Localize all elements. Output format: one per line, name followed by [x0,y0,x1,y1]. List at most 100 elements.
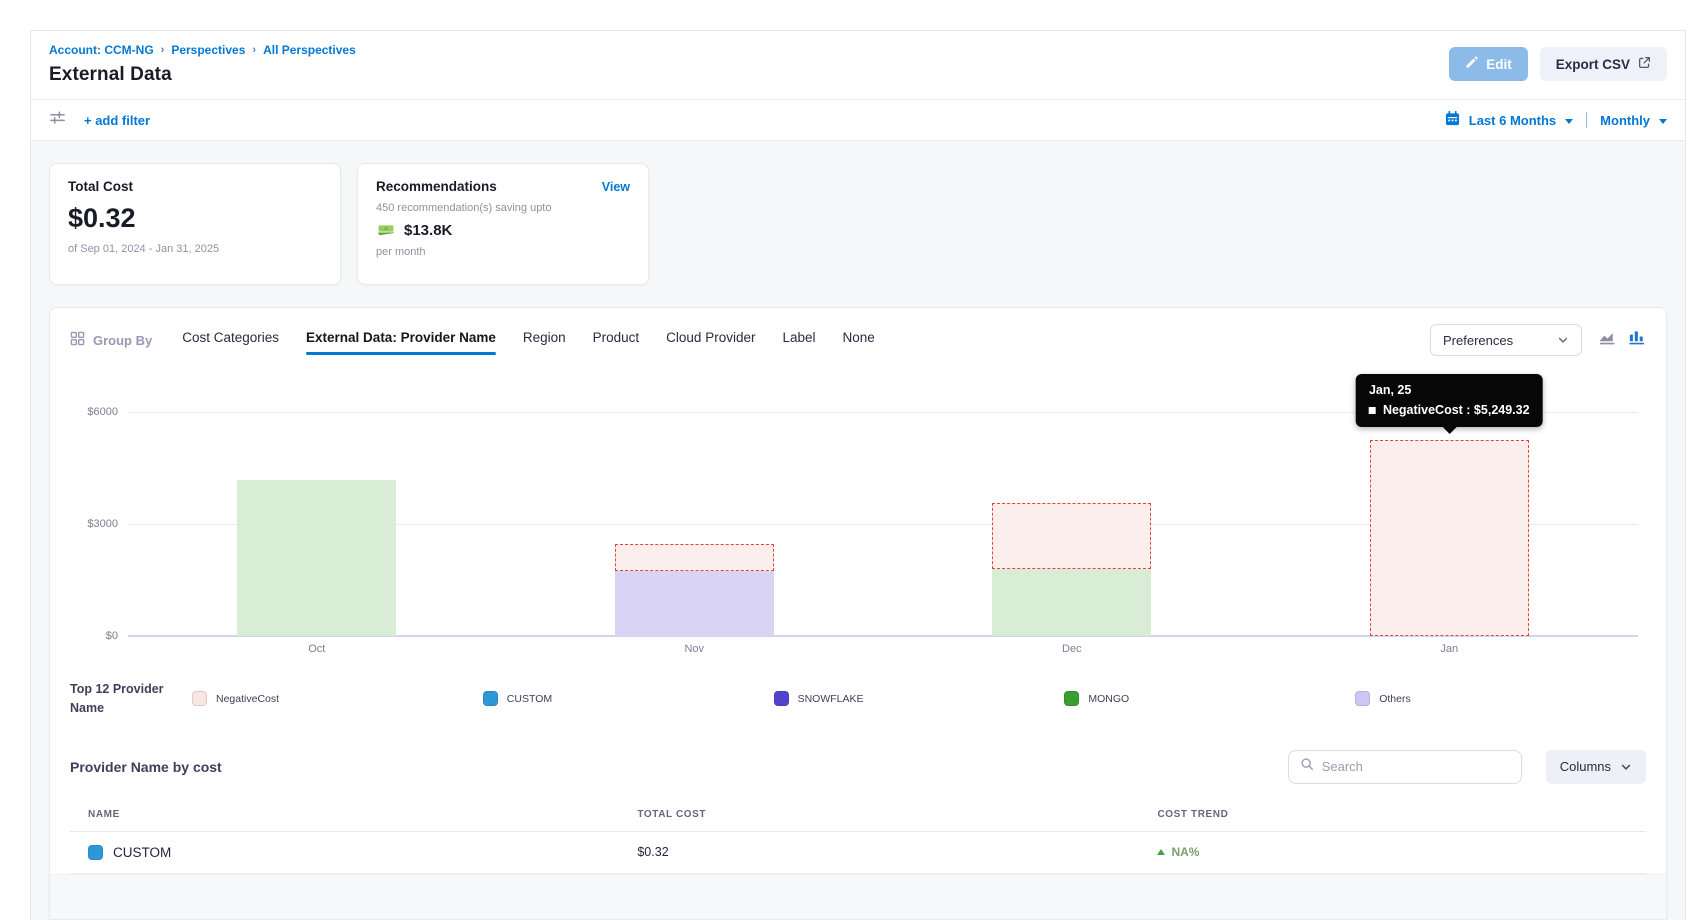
recommendations-subtitle: 450 recommendation(s) saving upto [376,202,630,214]
provider-cost-table: NAME TOTAL COST COST TREND CUSTOM$0.32NA… [70,800,1646,920]
legend-item-snowflake[interactable]: SNOWFLAKE [774,691,1065,706]
y-axis-label: $6000 [70,406,118,418]
calendar-icon [1445,111,1460,129]
tab-product[interactable]: Product [593,330,640,350]
area-chart-icon[interactable] [1598,329,1617,351]
column-header-total-cost[interactable]: TOTAL COST [637,809,1157,820]
recommendations-title: Recommendations [376,179,497,194]
granularity-dropdown[interactable]: Monthly [1600,113,1650,128]
group-by-label: Group By [93,333,152,348]
x-axis-label-oct: Oct [128,643,506,655]
trend-value: NA% [1171,845,1199,859]
bar-chart-icon[interactable] [1627,329,1646,351]
tab-none[interactable]: None [843,330,875,350]
chart-slot-jan: Jan [1261,412,1639,636]
perspective-panel: Group By Cost Categories External Data: P… [49,307,1667,920]
chevron-down-icon[interactable] [1565,119,1573,124]
bar-segment-mongo-oct[interactable] [237,480,396,636]
total-cost-card: Total Cost $0.32 of Sep 01, 2024 - Jan 3… [49,163,341,285]
search-input[interactable] [1322,759,1510,774]
tab-external-data-provider-name[interactable]: External Data: Provider Name [306,330,496,350]
legend-swatch-others [1355,691,1370,706]
table-toolbar: Provider Name by cost Columns [70,750,1646,784]
tab-region[interactable]: Region [523,330,566,350]
bar-segment-mongo-dec[interactable] [992,569,1151,636]
table-header-row: NAME TOTAL COST COST TREND [70,800,1646,832]
group-by-tabs: Cost Categories External Data: Provider N… [182,330,875,350]
column-header-name[interactable]: NAME [70,809,637,820]
bar-segment-negativecost-jan[interactable] [1370,440,1529,636]
row-name-cell: CUSTOM [70,845,637,860]
chart-slot-oct: Oct [128,412,506,636]
total-cost-title: Total Cost [68,179,322,194]
add-filter-button[interactable]: + add filter [84,113,150,128]
search-icon [1300,757,1314,776]
chart-slots: OctNovDecJan [128,412,1638,636]
x-axis-label-nov: Nov [506,643,884,655]
legend-item-custom[interactable]: CUSTOM [483,691,774,706]
header-actions: Edit Export CSV [1449,43,1667,99]
bar-nov [615,544,774,636]
bar-segment-others-nov[interactable] [615,571,774,636]
view-recommendations-link[interactable]: View [602,180,630,194]
legend-label: NegativeCost [216,693,279,705]
legend-item-mongo[interactable]: MONGO [1064,691,1355,706]
export-csv-label: Export CSV [1556,57,1630,72]
summary-cards: Total Cost $0.32 of Sep 01, 2024 - Jan 3… [49,163,1667,285]
header-left: Account: CCM-NG›Perspectives›All Perspec… [49,43,356,99]
recommendations-per: per month [376,246,630,258]
legend-item-others[interactable]: Others [1355,691,1646,706]
filter-sliders-icon[interactable] [49,110,66,130]
export-csv-button[interactable]: Export CSV [1540,47,1667,81]
chart-slot-nov: Nov [506,412,884,636]
bar-oct [237,480,396,636]
edit-button[interactable]: Edit [1449,47,1528,81]
breadcrumb-link[interactable]: Perspectives [171,43,245,57]
filter-bar: + add filter Last 6 Months Monthly [31,99,1685,141]
breadcrumb-link[interactable]: All Perspectives [263,43,356,57]
tooltip-series-bullet [1369,407,1376,414]
page-title: External Data [49,64,356,86]
trend-up-icon [1157,849,1165,855]
legend-label: SNOWFLAKE [798,693,864,705]
page-header: Account: CCM-NG›Perspectives›All Perspec… [31,31,1685,99]
divider [1586,112,1587,128]
tab-cost-categories[interactable]: Cost Categories [182,330,279,350]
table-row[interactable]: CUSTOM$0.32NA% [70,832,1646,874]
total-cost-period: of Sep 01, 2024 - Jan 31, 2025 [68,243,322,255]
tab-cloud-provider[interactable]: Cloud Provider [666,330,755,350]
grid-icon [70,331,85,349]
bar-segment-negativecost-nov[interactable] [615,544,774,571]
cost-chart: $0$3000$6000 OctNovDecJan Jan, 25 Negati… [70,412,1646,668]
legend-label: Others [1379,693,1411,705]
row-name: CUSTOM [113,845,171,860]
edit-button-label: Edit [1486,57,1512,72]
table-body: CUSTOM$0.32NA% [70,832,1646,874]
columns-dropdown[interactable]: Columns [1546,750,1646,784]
row-cost-trend: NA% [1157,845,1646,859]
breadcrumb-link[interactable]: Account: CCM-NG [49,43,154,57]
legend-item-negativecost[interactable]: NegativeCost [192,691,483,706]
legend-title: Top 12 Provider Name [70,680,192,718]
tab-label[interactable]: Label [782,330,815,350]
table-title: Provider Name by cost [70,759,222,775]
money-icon [376,219,396,241]
app-window: Account: CCM-NG›Perspectives›All Perspec… [30,30,1686,920]
legend-label: CUSTOM [507,693,552,705]
external-link-icon [1638,56,1651,72]
group-by-row: Group By Cost Categories External Data: P… [70,322,1646,358]
date-range-dropdown[interactable]: Last 6 Months [1469,113,1556,128]
row-swatch [88,845,103,860]
breadcrumb-separator: › [252,44,256,56]
y-axis-label: $3000 [70,518,118,530]
recommendations-amount: $13.8K [404,222,452,239]
preferences-dropdown[interactable]: Preferences [1430,324,1582,356]
bar-segment-negativecost-dec[interactable] [992,503,1151,568]
y-axis-label: $0 [70,630,118,642]
total-cost-value: $0.32 [68,203,322,234]
chevron-down-icon[interactable] [1659,119,1667,124]
column-header-cost-trend[interactable]: COST TREND [1157,809,1646,820]
bar-jan [1370,440,1529,636]
columns-label: Columns [1560,759,1611,774]
preferences-label: Preferences [1443,333,1513,348]
